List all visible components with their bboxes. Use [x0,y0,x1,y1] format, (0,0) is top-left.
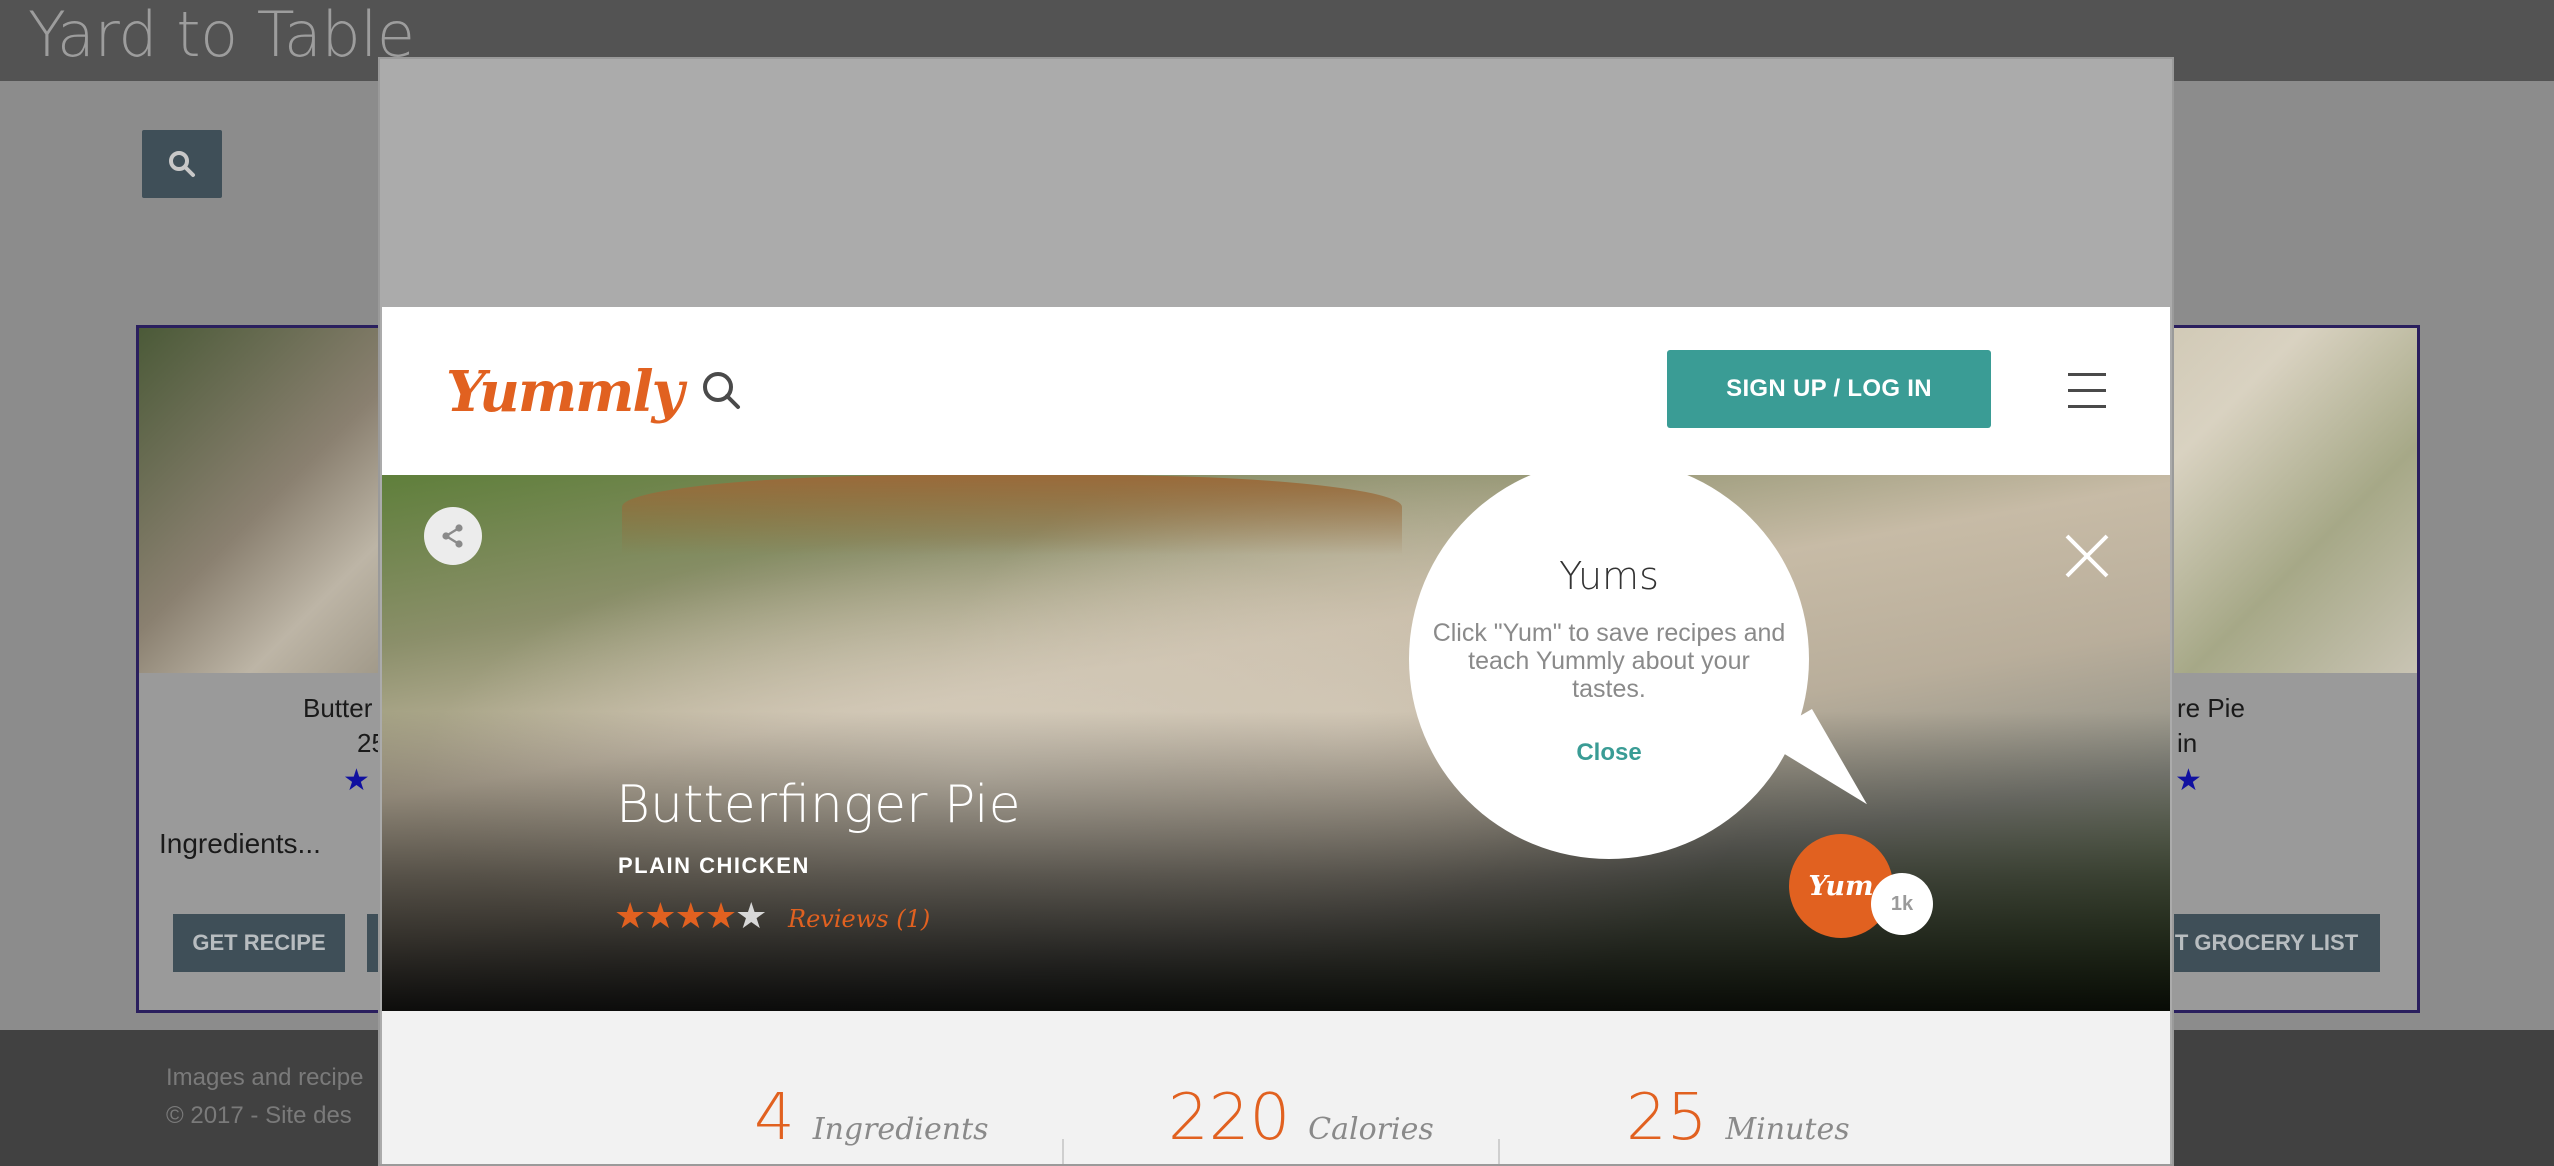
recipe-card-rating: ★ [343,764,370,797]
site-title[interactable]: Yard to Table [28,0,415,70]
recipe-stats: 4 Ingredients 220 Calories 25 Minutes [382,1011,2170,1164]
stat-value: 25 [1626,1081,1708,1155]
recipe-card-ingredients: Ingredients... [159,828,321,859]
close-icon [2065,534,2109,578]
share-icon [442,524,463,548]
get-recipe-button[interactable]: GET RECIPE [173,914,345,972]
reviews-link[interactable]: Reviews (1) [788,905,930,933]
search-button[interactable] [142,130,222,198]
menu-icon[interactable] [2068,373,2108,409]
yums-popup: Yums Click "Yum" to save recipes and tea… [1409,459,1809,859]
star-icon: ★ [704,895,737,936]
recipe-hero-image [622,475,1402,555]
yums-popup-text: Click "Yum" to save recipes and teach Yu… [1432,619,1786,703]
recipe-rating: ★★★★★ [614,895,767,937]
stat-value: 4 [754,1081,795,1155]
footer-copyright: © 2017 - Site des [166,1102,352,1129]
stat-ingredients: 4 Ingredients [754,1081,989,1155]
close-modal-button[interactable] [2064,533,2110,579]
stat-divider [1498,1139,1500,1164]
stat-label: Calories [1308,1112,1434,1147]
star-icon: ★ [644,895,676,936]
yums-popup-title: Yums [1559,554,1659,598]
recipe-source[interactable]: PLAIN CHICKEN [618,853,810,879]
stat-label: Ingredients [812,1112,989,1147]
search-icon [169,151,195,177]
star-icon: ★ [674,895,707,936]
yummly-modal: Yummly SIGN UP / LOG IN Butterfinger Pie… [378,57,2174,1166]
search-button[interactable] [700,369,744,418]
stat-value: 220 [1168,1081,1291,1155]
yummly-header: Yummly SIGN UP / LOG IN [382,307,2170,475]
yums-popup-close-button[interactable]: Close [1409,739,1809,767]
recipe-card-title: re Pie [2177,693,2245,723]
sign-up-login-button[interactable]: SIGN UP / LOG IN [1667,350,1991,428]
stat-minutes: 25 Minutes [1626,1081,1850,1155]
recipe-card-time: in [2177,728,2198,758]
recipe-card-title: Butter [303,693,373,723]
yum-count-badge: 1k [1871,873,1933,935]
share-button[interactable] [424,507,482,565]
star-icon: ★ [614,895,646,936]
recipe-card-rating: ★ [2175,764,2202,797]
footer-credits: Images and recipe [166,1064,364,1091]
recipe-title: Butterfinger Pie [616,775,1021,835]
yummly-logo[interactable]: Yummly [446,359,684,425]
grocery-list-button[interactable]: T GROCERY LIST [2153,914,2380,972]
star-icon: ★ [735,895,767,936]
stat-calories: 220 Calories [1168,1081,1434,1155]
stat-divider [1062,1139,1064,1164]
search-icon [703,372,740,409]
stat-label: Minutes [1725,1112,1850,1147]
